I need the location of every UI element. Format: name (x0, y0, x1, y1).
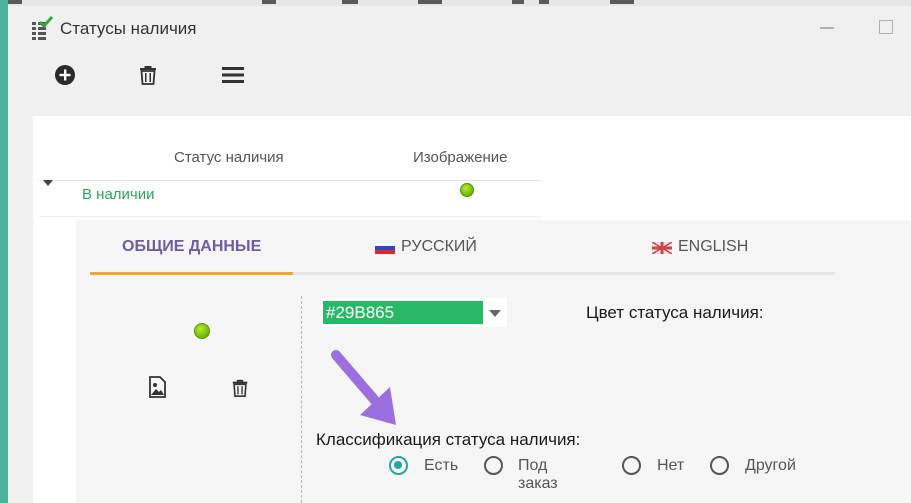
status-image-preview (194, 323, 210, 339)
titlebar: Статусы наличия (8, 6, 911, 50)
content-panel: Статус наличия Изображение В наличии ОБЩ… (33, 116, 911, 503)
add-button[interactable] (52, 64, 78, 90)
color-value[interactable]: #29B865 (323, 301, 483, 324)
window: Статусы наличия Статус наличия Изображен… (8, 6, 911, 503)
delete-button[interactable] (135, 64, 161, 90)
trash-icon (137, 64, 159, 91)
color-picker[interactable]: #29B865 (321, 298, 507, 327)
column-header-status[interactable]: Статус наличия (174, 149, 284, 166)
window-title: Статусы наличия (60, 19, 197, 38)
vertical-divider (301, 296, 302, 503)
radio-label-on-order[interactable]: Под заказ (518, 457, 558, 493)
detail-panel: ОБЩИЕ ДАННЫЕ РУССКИЙ ENGLISH #29B865 Цве… (76, 220, 911, 503)
menu-button[interactable] (220, 64, 246, 90)
uk-flag-icon (651, 241, 673, 255)
image-picker-icon[interactable] (145, 375, 169, 399)
tab-general[interactable]: ОБЩИЕ ДАННЫЕ (122, 220, 261, 274)
radio-available[interactable] (389, 456, 408, 475)
maximize-button[interactable] (879, 20, 893, 34)
color-label: Цвет статуса наличия: (586, 303, 764, 322)
row-status-name: В наличии (82, 186, 155, 203)
delete-image-icon[interactable] (230, 377, 250, 399)
status-image-dot (460, 183, 474, 197)
classification-label: Классификация статуса наличия: (316, 430, 581, 449)
hamburger-menu-icon (222, 64, 244, 91)
collapse-arrow-icon[interactable] (43, 180, 53, 186)
radio-label-none[interactable]: Нет (657, 457, 684, 475)
russia-flag-icon (374, 241, 396, 254)
checklist-icon (28, 16, 54, 42)
radio-other[interactable] (710, 456, 729, 475)
radio-label-available[interactable]: Есть (424, 457, 458, 475)
table-row[interactable]: В наличии (39, 171, 541, 217)
radio-label-other[interactable]: Другой (745, 457, 796, 475)
active-tab-indicator (90, 272, 293, 275)
radio-on-order[interactable] (484, 456, 503, 475)
tab-english[interactable]: ENGLISH (651, 220, 748, 274)
chevron-down-icon[interactable] (489, 310, 501, 317)
annotation-arrow-icon (330, 349, 402, 429)
plus-circle-icon (54, 64, 76, 91)
column-header-image[interactable]: Изображение (413, 149, 508, 166)
left-accent-bar (0, 0, 8, 503)
minimize-button[interactable] (820, 27, 834, 29)
radio-none[interactable] (622, 456, 641, 475)
tab-russian[interactable]: РУССКИЙ (374, 220, 477, 274)
